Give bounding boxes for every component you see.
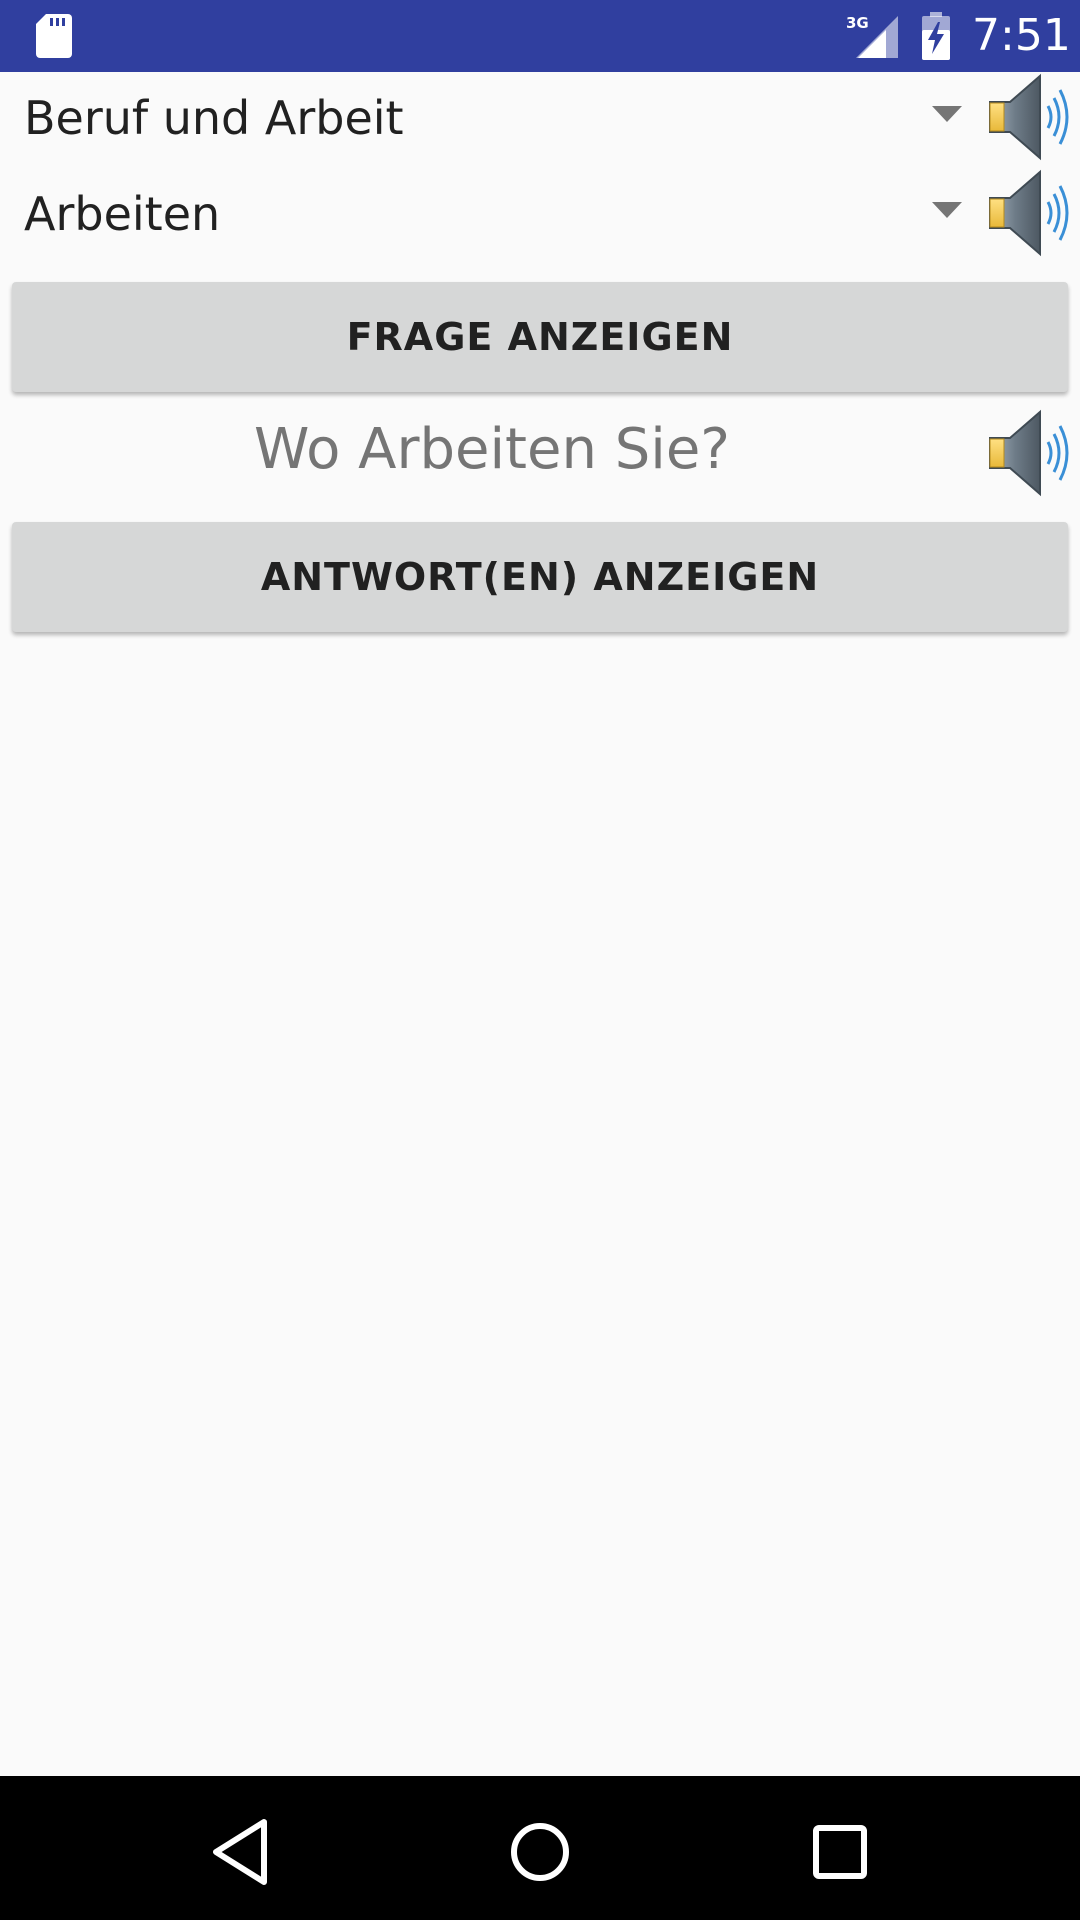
home-icon[interactable]: [500, 1812, 580, 1892]
battery-charging-icon: [922, 12, 950, 60]
signal-icon: 3G: [846, 14, 898, 58]
subcategory-spinner-value: Arbeiten: [24, 187, 221, 241]
category-spinner-value: Beruf und Arbeit: [24, 91, 404, 145]
subcategory-spinner[interactable]: Arbeiten: [0, 168, 1080, 264]
status-clock: 7:51: [972, 10, 1071, 61]
chevron-down-icon[interactable]: [932, 202, 962, 220]
show-answers-button[interactable]: ANTWORT(EN) ANZEIGEN: [12, 522, 1068, 632]
show-question-button[interactable]: FRAGE ANZEIGEN: [12, 282, 1068, 392]
chevron-down-icon[interactable]: [932, 106, 962, 124]
speaker-icon[interactable]: [984, 166, 1078, 260]
speaker-icon[interactable]: [984, 406, 1078, 500]
network-type-label: 3G: [846, 14, 869, 32]
question-text: Wo Arbeiten Sie?: [253, 417, 731, 482]
sd-card-icon: [36, 14, 72, 58]
recents-icon[interactable]: [800, 1812, 880, 1892]
back-icon[interactable]: [200, 1812, 280, 1892]
category-spinner[interactable]: Beruf und Arbeit: [0, 72, 1080, 168]
status-bar: 3G 7:51: [0, 0, 1080, 72]
speaker-icon[interactable]: [984, 70, 1078, 164]
navigation-bar: [0, 1776, 1080, 1920]
